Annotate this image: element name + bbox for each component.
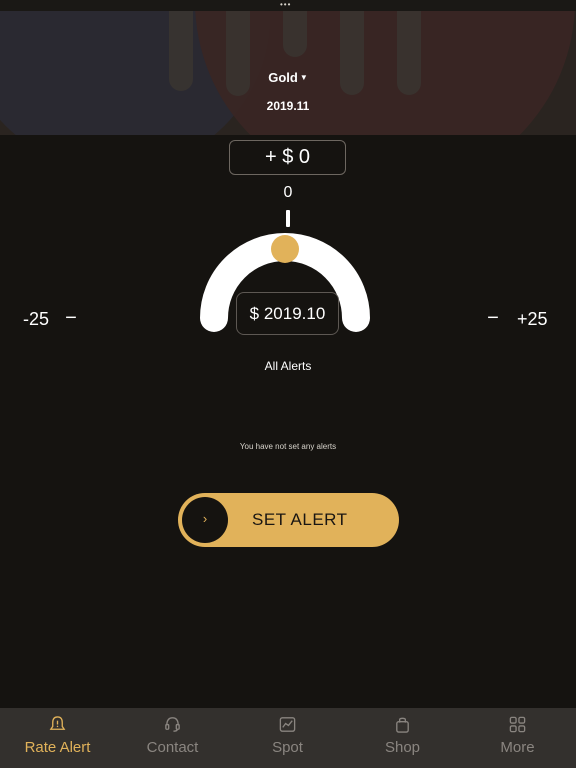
multitasking-dots-icon[interactable]: •••: [280, 1, 291, 9]
bell-icon: [49, 716, 66, 730]
tab-more[interactable]: More: [460, 708, 575, 768]
decrement-button[interactable]: −: [60, 308, 82, 330]
minus-25-label: -25: [23, 309, 50, 329]
set-alert-label: SET ALERT: [252, 510, 348, 529]
price-display: $ 2019.10: [236, 292, 339, 335]
offset-value: 0: [283, 184, 293, 201]
commodity-dropdown[interactable]: Gold ▼: [250, 70, 326, 90]
bag-icon: [396, 717, 409, 733]
header-decor-bar: [169, 11, 193, 91]
caret-down-icon: ▼: [299, 73, 308, 82]
set-alert-slider-button[interactable]: › SET ALERT: [178, 493, 399, 547]
tab-label: More: [500, 739, 535, 756]
tab-label: Shop: [384, 739, 421, 756]
tab-contact[interactable]: Contact: [115, 708, 230, 768]
dial-pointer-tick: [286, 210, 290, 227]
tab-label: Spot: [272, 739, 303, 756]
increment-button[interactable]: −: [482, 308, 504, 330]
tab-bar: Rate Alert Contact Spot Shop More: [0, 708, 576, 768]
header-decor-bar: [226, 11, 250, 96]
empty-alerts-message: You have not set any alerts: [239, 442, 337, 451]
headset-icon: [165, 717, 180, 732]
dial-knob-handle[interactable]: [271, 235, 299, 263]
status-bar: •••: [0, 0, 576, 11]
grid-icon: [509, 716, 526, 733]
header-decor-bar: [397, 11, 421, 95]
tab-spot[interactable]: Spot: [230, 708, 345, 768]
plus-25-label: +25: [517, 309, 548, 329]
tab-rate-alert[interactable]: Rate Alert: [0, 708, 115, 768]
all-alerts-heading: All Alerts: [264, 359, 312, 373]
delta-display: + $ 0: [229, 140, 346, 175]
header-decor-bar: [340, 11, 364, 95]
chart-icon: [279, 717, 296, 732]
header-date: 2019.11: [266, 99, 310, 113]
tab-label: Contact: [146, 739, 199, 756]
header-decor-bar: [283, 11, 307, 57]
slider-chevron-icon[interactable]: ›: [182, 497, 228, 543]
commodity-label: Gold: [268, 70, 298, 85]
tab-shop[interactable]: Shop: [345, 708, 460, 768]
tab-label: Rate Alert: [24, 739, 91, 756]
